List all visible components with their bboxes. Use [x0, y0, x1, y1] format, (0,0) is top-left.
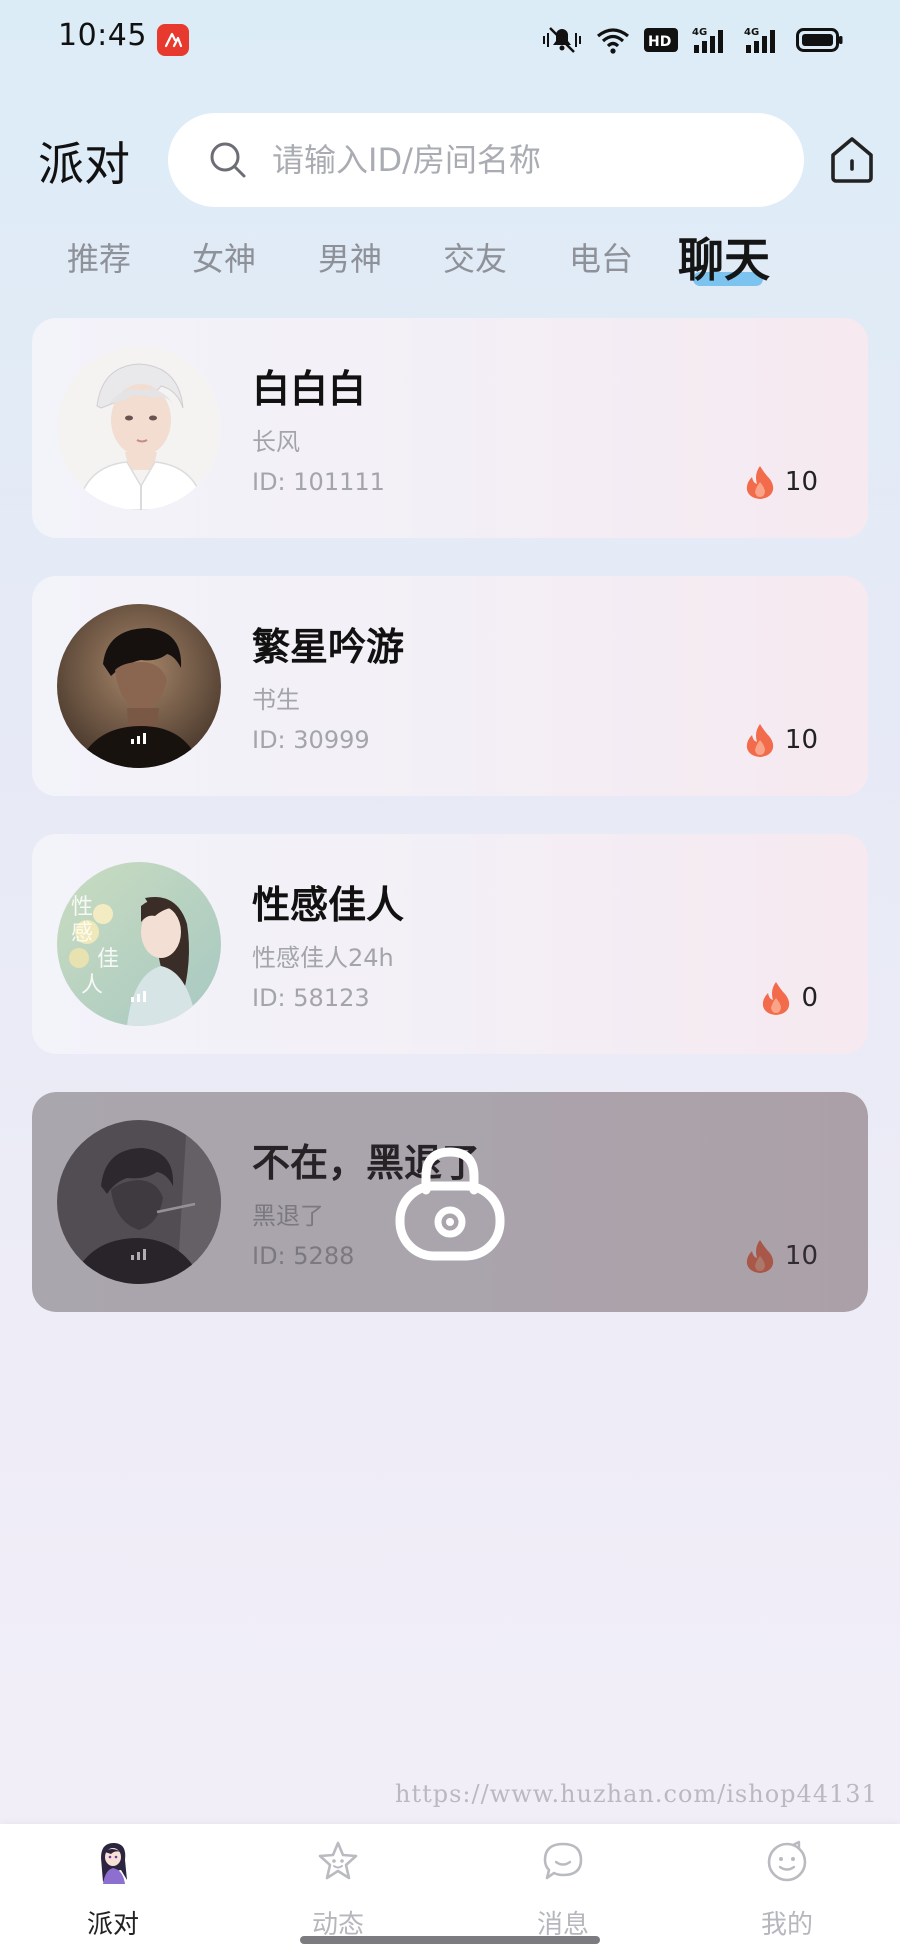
audio-signal-icon: [131, 733, 146, 744]
search-input[interactable]: [270, 140, 774, 180]
signal-strength-icon-2: 4G: [744, 27, 775, 53]
status-indicators: HD 4G 4G: [542, 22, 844, 58]
tab-god[interactable]: 男神: [318, 234, 382, 280]
room-description: 长风: [252, 428, 300, 456]
home-button[interactable]: [826, 133, 878, 185]
star-face-icon: [318, 1841, 358, 1880]
nav-label: 我的: [760, 1910, 813, 1940]
room-card[interactable]: 白白白 长风 ID: 101111 10: [32, 318, 868, 538]
status-bar: 10:45 HD 4G 4G: [0, 0, 900, 80]
room-avatar: [57, 346, 221, 510]
hd-badge-label: HD: [648, 34, 671, 50]
audio-signal-icon: [131, 991, 146, 1002]
tab-friends[interactable]: 交友: [443, 234, 507, 280]
tab-chat[interactable]: 聊天: [678, 224, 770, 290]
svg-text:性: 性: [71, 895, 93, 920]
page-title: 派对: [38, 137, 130, 191]
mute-vibrate-icon: [543, 27, 581, 53]
locked-room-card[interactable]: 不在，黑退了 黑退了 ID: 5288 10: [32, 1092, 868, 1312]
room-id: ID: 58123: [252, 984, 370, 1012]
notification-app-icon: [157, 24, 189, 56]
room-description: 性感佳人24h: [252, 944, 394, 972]
signal-strength-icon-1: 4G: [692, 27, 723, 53]
hd-icon: HD: [644, 28, 678, 52]
party-avatar-icon: [101, 1842, 127, 1884]
svg-text:佳: 佳: [97, 947, 119, 972]
signal-label-2: 4G: [744, 27, 759, 38]
wifi-icon: [597, 28, 629, 54]
chat-bubble-icon: [543, 1842, 583, 1880]
nav-label: 派对: [86, 1910, 139, 1940]
room-avatar: [57, 604, 221, 768]
nav-item-party[interactable]: 派对: [38, 1824, 188, 1950]
search-icon: [210, 142, 246, 178]
search-bar[interactable]: [168, 113, 804, 207]
room-id: ID: 101111: [252, 468, 385, 496]
room-heat: 10: [745, 722, 818, 758]
heat-value: 10: [784, 725, 818, 755]
tab-recommend[interactable]: 推荐: [67, 234, 131, 280]
category-tabs: 推荐 女神 男神 交友 电台 聊天: [0, 222, 900, 292]
tab-goddess[interactable]: 女神: [192, 234, 256, 280]
signal-label-1: 4G: [692, 27, 707, 38]
bottom-nav: 派对 动态 消息 我的: [0, 1824, 900, 1950]
watermark: https://www.huzhan.com/ishop44131: [395, 1780, 878, 1808]
room-id: ID: 30999: [252, 726, 370, 754]
home-icon: [831, 137, 873, 183]
room-card[interactable]: 繁星吟游 书生 ID: 30999 10: [32, 576, 868, 796]
heat-value: 0: [801, 983, 818, 1013]
smile-face-icon: [767, 1840, 807, 1882]
nav-item-feed[interactable]: 动态: [263, 1824, 413, 1950]
lock-icon: [395, 1147, 505, 1261]
fire-icon: [746, 466, 774, 499]
room-heat: 0: [761, 980, 818, 1016]
room-name: 繁星吟游: [252, 625, 405, 669]
fire-icon: [746, 724, 774, 757]
room-description: 书生: [252, 686, 300, 714]
svg-text:感: 感: [71, 921, 93, 946]
fire-icon: [763, 982, 790, 1015]
room-name: 白白白: [252, 367, 367, 411]
battery-icon: [796, 28, 843, 52]
home-indicator-bar[interactable]: [300, 1936, 600, 1944]
room-avatar: 性 感 佳 人: [57, 862, 221, 1026]
room-name: 性感佳人: [252, 883, 405, 927]
nav-item-profile[interactable]: 我的: [712, 1824, 862, 1950]
room-heat: 10: [745, 464, 818, 500]
room-card[interactable]: 性 感 佳 人 性感佳人 性感佳人24h ID: 58123 0: [32, 834, 868, 1054]
heat-value: 10: [784, 467, 818, 497]
tab-radio[interactable]: 电台: [569, 234, 633, 280]
status-time: 10:45: [58, 18, 147, 53]
nav-item-messages[interactable]: 消息: [488, 1824, 638, 1950]
svg-text:人: 人: [81, 973, 103, 998]
